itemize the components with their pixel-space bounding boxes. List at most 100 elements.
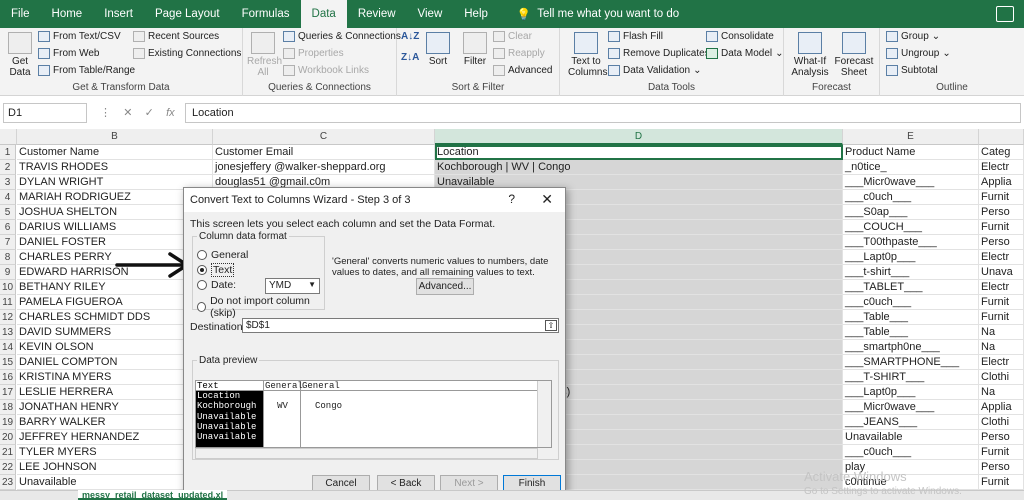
data-validation-button[interactable]: Data Validation ⌄: [608, 65, 701, 76]
table-cell[interactable]: Clothi: [979, 370, 1024, 385]
table-cell[interactable]: ___c0uch___: [843, 445, 979, 460]
recent-sources-button[interactable]: Recent Sources: [133, 31, 219, 42]
table-cell[interactable]: Product Name: [843, 145, 979, 160]
preview-vertical-scrollbar[interactable]: [537, 381, 551, 447]
table-cell[interactable]: ___Lapt0p___: [843, 385, 979, 400]
tab-formulas[interactable]: Formulas: [231, 0, 301, 28]
filter-button[interactable]: Filter: [461, 32, 489, 67]
table-cell[interactable]: ___t-shirt___: [843, 265, 979, 280]
tab-data[interactable]: Data: [300, 0, 347, 28]
table-cell[interactable]: ___T-SHIRT___: [843, 370, 979, 385]
column-header[interactable]: E: [843, 129, 979, 145]
table-cell[interactable]: Furnit: [979, 295, 1024, 310]
table-cell[interactable]: Na: [979, 340, 1024, 355]
date-format-select[interactable]: YMD ▼: [265, 278, 320, 294]
tab-home[interactable]: Home: [41, 0, 94, 28]
column-header[interactable]: D: [435, 129, 843, 145]
advanced-filter-button[interactable]: Advanced: [493, 65, 552, 76]
table-cell[interactable]: Unavailable: [843, 430, 979, 445]
sort-az-button[interactable]: A↓Z: [401, 31, 419, 42]
table-cell[interactable]: Furnit: [979, 220, 1024, 235]
row-header[interactable]: 13: [0, 325, 16, 340]
row-header[interactable]: 16: [0, 370, 16, 385]
sort-button[interactable]: Sort: [425, 32, 451, 67]
row-header[interactable]: 22: [0, 460, 16, 475]
refresh-all-button[interactable]: Refresh All: [247, 32, 282, 78]
table-cell[interactable]: ___TABLET___: [843, 280, 979, 295]
workbook-links-button[interactable]: Workbook Links: [283, 65, 369, 76]
collapse-dialog-icon[interactable]: ⇧: [545, 320, 557, 331]
table-cell[interactable]: Customer Name: [17, 145, 213, 160]
table-cell[interactable]: Clothi: [979, 415, 1024, 430]
radio-general[interactable]: General: [197, 249, 248, 261]
table-cell[interactable]: ___Table___: [843, 310, 979, 325]
table-cell[interactable]: Applia: [979, 175, 1024, 190]
queries-connections-button[interactable]: Queries & Connections: [283, 31, 401, 42]
table-cell[interactable]: ___c0uch___: [843, 295, 979, 310]
table-cell[interactable]: Perso: [979, 460, 1024, 475]
subtotal-button[interactable]: Subtotal: [886, 65, 938, 76]
table-cell[interactable]: ___Micr0wave___: [843, 175, 979, 190]
name-box[interactable]: D1: [3, 103, 87, 123]
table-cell[interactable]: Furnit: [979, 190, 1024, 205]
properties-button[interactable]: Properties: [283, 48, 344, 59]
advanced-button[interactable]: Advanced...: [416, 278, 474, 295]
table-cell[interactable]: ___T00thpaste___: [843, 235, 979, 250]
row-header[interactable]: 23: [0, 475, 16, 490]
row-header[interactable]: 9: [0, 265, 16, 280]
table-cell[interactable]: ___S0ap___: [843, 205, 979, 220]
tab-view[interactable]: View: [407, 0, 454, 28]
table-cell[interactable]: Perso: [979, 235, 1024, 250]
row-header[interactable]: 17: [0, 385, 16, 400]
comments-icon[interactable]: [996, 6, 1014, 22]
table-cell[interactable]: Furnit: [979, 475, 1024, 490]
table-cell[interactable]: _n0tice_: [843, 160, 979, 175]
data-model-button[interactable]: Data Model ⌄: [706, 48, 784, 59]
tab-insert[interactable]: Insert: [93, 0, 144, 28]
radio-skip[interactable]: Do not import column (skip): [197, 295, 324, 319]
table-cell[interactable]: Categ: [979, 145, 1024, 160]
from-table-range-button[interactable]: From Table/Range: [38, 65, 135, 76]
table-cell[interactable]: Na: [979, 385, 1024, 400]
clear-button[interactable]: Clear: [493, 31, 532, 42]
row-header[interactable]: 20: [0, 430, 16, 445]
radio-date[interactable]: Date:: [197, 279, 236, 291]
column-header[interactable]: B: [17, 129, 213, 145]
sort-za-button[interactable]: Z↓A: [401, 52, 419, 63]
row-header[interactable]: 21: [0, 445, 16, 460]
row-header[interactable]: 3: [0, 175, 16, 190]
get-data-button[interactable]: Get Data: [6, 32, 34, 78]
table-cell[interactable]: ___Micr0wave___: [843, 400, 979, 415]
row-header[interactable]: 8: [0, 250, 16, 265]
from-web-button[interactable]: From Web: [38, 48, 100, 59]
tab-help[interactable]: Help: [453, 0, 499, 28]
from-text-csv-button[interactable]: From Text/CSV: [38, 31, 121, 42]
ungroup-button[interactable]: Ungroup ⌄: [886, 48, 951, 59]
reapply-button[interactable]: Reapply: [493, 48, 545, 59]
remove-duplicates-button[interactable]: Remove Duplicates: [608, 48, 710, 59]
radio-text[interactable]: Text: [197, 263, 235, 277]
table-cell[interactable]: ___smartph0ne___: [843, 340, 979, 355]
table-cell[interactable]: Perso: [979, 430, 1024, 445]
table-cell[interactable]: Electr: [979, 280, 1024, 295]
row-header[interactable]: 7: [0, 235, 16, 250]
sheet-tab[interactable]: messy_retail_dataset_updated.xl: [78, 490, 228, 500]
table-cell[interactable]: Kochborough | WV | Congo: [435, 160, 843, 175]
row-header[interactable]: 14: [0, 340, 16, 355]
table-cell[interactable]: ___COUCH___: [843, 220, 979, 235]
table-cell[interactable]: ___c0uch___: [843, 190, 979, 205]
table-cell[interactable]: ___Lapt0p___: [843, 250, 979, 265]
flash-fill-button[interactable]: Flash Fill: [608, 31, 663, 42]
row-header[interactable]: 10: [0, 280, 16, 295]
row-header[interactable]: 12: [0, 310, 16, 325]
existing-connections-button[interactable]: Existing Connections: [133, 48, 241, 59]
preview-column-2[interactable]: General WV: [264, 381, 303, 447]
help-button[interactable]: ?: [508, 192, 515, 206]
column-header[interactable]: C: [213, 129, 435, 145]
preview-column-3[interactable]: General Congo: [301, 381, 539, 447]
table-cell[interactable]: Customer Email: [213, 145, 435, 160]
table-cell[interactable]: ___JEANS___: [843, 415, 979, 430]
formula-input[interactable]: Location: [185, 103, 1021, 123]
tell-me-box[interactable]: 💡 Tell me what you want to do: [499, 7, 679, 21]
destination-input[interactable]: $D$1 ⇧: [242, 318, 559, 333]
